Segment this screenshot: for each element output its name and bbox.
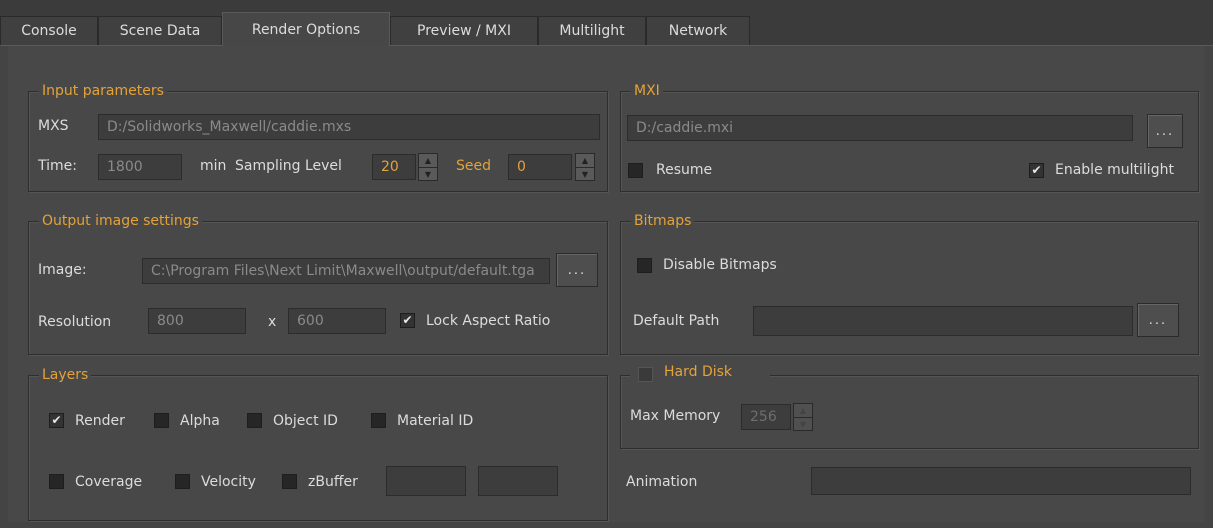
zbuffer-min-field[interactable] bbox=[386, 466, 466, 496]
enable-multilight-checkbox[interactable]: ✔ bbox=[1029, 163, 1044, 178]
hard-disk-checkbox[interactable] bbox=[638, 367, 653, 382]
max-memory-spinner[interactable]: ▲ ▼ bbox=[793, 403, 813, 431]
seed-field[interactable]: 0 bbox=[508, 154, 572, 180]
coverage-layer-checkbox[interactable] bbox=[49, 474, 64, 489]
resolution-x-label: x bbox=[268, 314, 277, 330]
render-layer-label: Render bbox=[75, 413, 125, 429]
mxi-title: MXI bbox=[631, 82, 663, 100]
lock-aspect-ratio-checkbox[interactable]: ✔ bbox=[400, 313, 415, 328]
hard-disk-legend: Hard Disk bbox=[630, 364, 770, 384]
max-memory-label: Max Memory bbox=[630, 408, 721, 424]
spinner-up-icon[interactable]: ▲ bbox=[419, 154, 437, 168]
sampling-level-label: Sampling Level bbox=[235, 158, 342, 174]
input-parameters-title: Input parameters bbox=[39, 82, 167, 100]
tab-bar: Console Scene Data Render Options Previe… bbox=[0, 0, 1213, 46]
tab-console[interactable]: Console bbox=[0, 16, 98, 45]
default-path-browse-button[interactable]: ... bbox=[1137, 303, 1179, 337]
spinner-down-icon[interactable]: ▼ bbox=[419, 168, 437, 181]
spinner-up-icon[interactable]: ▲ bbox=[576, 154, 594, 168]
zbuffer-layer-checkbox[interactable] bbox=[282, 474, 297, 489]
tab-preview-mxi[interactable]: Preview / MXI bbox=[390, 16, 538, 45]
object-id-layer-checkbox[interactable] bbox=[247, 413, 262, 428]
image-label: Image: bbox=[38, 262, 87, 278]
image-path-field[interactable]: C:\Program Files\Next Limit\Maxwell\outp… bbox=[142, 258, 550, 284]
image-browse-button[interactable]: ... bbox=[556, 253, 598, 287]
render-layer-checkbox[interactable]: ✔ bbox=[49, 413, 64, 428]
tab-network[interactable]: Network bbox=[646, 16, 750, 45]
mxs-label: MXS bbox=[38, 118, 69, 134]
tab-scene-data[interactable]: Scene Data bbox=[98, 16, 222, 45]
animation-field[interactable] bbox=[811, 467, 1191, 495]
coverage-layer-label: Coverage bbox=[75, 474, 143, 490]
velocity-layer-checkbox[interactable] bbox=[175, 474, 190, 489]
resume-label: Resume bbox=[656, 162, 713, 178]
spinner-down-icon[interactable]: ▼ bbox=[794, 418, 812, 431]
resolution-width-field[interactable]: 800 bbox=[148, 308, 246, 334]
spinner-down-icon[interactable]: ▼ bbox=[576, 168, 594, 181]
alpha-layer-label: Alpha bbox=[180, 413, 220, 429]
bitmaps-title: Bitmaps bbox=[631, 212, 695, 230]
seed-spinner[interactable]: ▲ ▼ bbox=[575, 153, 595, 181]
alpha-layer-checkbox[interactable] bbox=[154, 413, 169, 428]
layers-group: Layers bbox=[28, 366, 608, 521]
resolution-label: Resolution bbox=[38, 314, 112, 330]
material-id-layer-checkbox[interactable] bbox=[371, 413, 386, 428]
disable-bitmaps-label: Disable Bitmaps bbox=[663, 257, 777, 273]
enable-multilight-label: Enable multilight bbox=[1055, 162, 1174, 178]
time-label: Time: bbox=[38, 158, 77, 174]
time-unit-label: min bbox=[200, 158, 227, 174]
mxi-path-field[interactable]: D:/caddie.mxi bbox=[627, 115, 1133, 141]
velocity-layer-label: Velocity bbox=[201, 474, 256, 490]
max-memory-field[interactable]: 256 bbox=[741, 404, 791, 430]
sampling-level-spinner[interactable]: ▲ ▼ bbox=[418, 153, 438, 181]
object-id-layer-label: Object ID bbox=[273, 413, 338, 429]
time-field[interactable]: 1800 bbox=[98, 154, 182, 180]
layers-title: Layers bbox=[39, 366, 92, 384]
output-image-title: Output image settings bbox=[39, 212, 202, 230]
seed-label: Seed bbox=[456, 158, 491, 174]
animation-label: Animation bbox=[626, 474, 698, 490]
resolution-height-field[interactable]: 600 bbox=[288, 308, 386, 334]
zbuffer-max-field[interactable] bbox=[478, 466, 558, 496]
disable-bitmaps-checkbox[interactable] bbox=[637, 258, 652, 273]
sampling-level-field[interactable]: 20 bbox=[372, 154, 416, 180]
mxi-browse-button[interactable]: ... bbox=[1147, 114, 1183, 148]
default-path-label: Default Path bbox=[633, 313, 720, 329]
tab-render-options[interactable]: Render Options bbox=[222, 12, 390, 46]
hard-disk-title: Hard Disk bbox=[664, 364, 733, 380]
output-image-group: Output image settings bbox=[28, 212, 608, 355]
resume-checkbox[interactable] bbox=[628, 163, 643, 178]
zbuffer-layer-label: zBuffer bbox=[308, 474, 358, 490]
default-path-field[interactable] bbox=[753, 306, 1133, 336]
lock-aspect-ratio-label: Lock Aspect Ratio bbox=[426, 313, 551, 329]
material-id-layer-label: Material ID bbox=[397, 413, 474, 429]
spinner-up-icon[interactable]: ▲ bbox=[794, 404, 812, 418]
tab-multilight[interactable]: Multilight bbox=[538, 16, 646, 45]
mxs-path-field[interactable]: D:/Solidworks_Maxwell/caddie.mxs bbox=[98, 114, 600, 140]
